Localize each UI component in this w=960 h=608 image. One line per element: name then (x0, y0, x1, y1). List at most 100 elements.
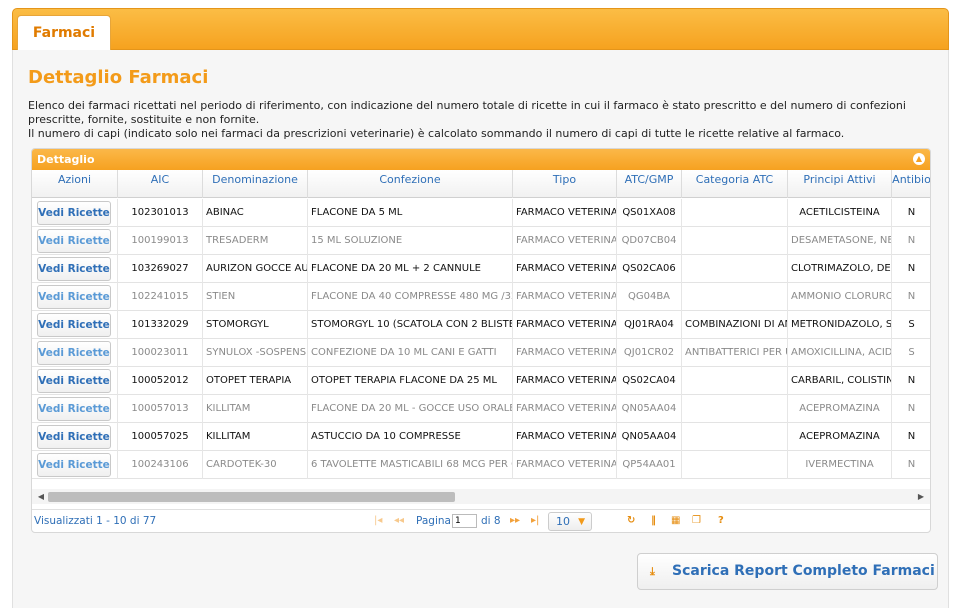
cell-denominazione: OTOPET TERAPIA (203, 367, 308, 395)
cell-categoria: ANTIBATTERICI PER USO SISTEMICO (682, 339, 788, 367)
column-header-atc[interactable]: ATC/GMP (617, 170, 682, 198)
page-size-select[interactable]: 10 ▼ (548, 512, 592, 531)
cell-atc: QP54AA01 (617, 451, 682, 479)
scroll-left-icon[interactable]: ◀ (34, 489, 48, 504)
cell-principi: CLOTRIMAZOLO, DESAMETASONE (788, 255, 892, 283)
cell-principi: ACETILCISTEINA (788, 199, 892, 227)
column-header-azione[interactable]: Azioni (32, 170, 118, 198)
table-row: Vedi Ricette 100243106 CARDOTEK-30 6 TAVOLE… (32, 451, 930, 479)
cell-azione: Vedi Ricette (32, 423, 118, 451)
vedi-ricette-button[interactable]: Vedi Ricette (37, 285, 111, 309)
cell-atc: QS02CA06 (617, 255, 682, 283)
cell-categoria (682, 255, 788, 283)
cell-aic: 102241015 (118, 283, 203, 311)
download-report-button[interactable]: ⤓ Scarica Report Completo Farmaci (637, 553, 938, 590)
cell-antibio: N (892, 199, 930, 227)
vedi-ricette-button[interactable]: Vedi Ricette (37, 229, 111, 253)
vedi-ricette-button[interactable]: Vedi Ricette (37, 201, 111, 225)
cell-tipo: FARMACO VETERINARIO (513, 227, 617, 255)
prev-page-icon[interactable]: ◂◂ (394, 515, 404, 526)
cell-azione: Vedi Ricette (32, 227, 118, 255)
cell-confezione: STOMORGYL 10 (SCATOLA CON 2 BLISTER DA 1… (308, 311, 513, 339)
records-info: Visualizzati 1 - 10 di 77 (34, 515, 157, 527)
cell-principi: IVERMECTINA (788, 451, 892, 479)
vedi-ricette-button[interactable]: Vedi Ricette (37, 257, 111, 281)
column-header-denominazione[interactable]: Denominazione (203, 170, 308, 198)
cell-antibio: N (892, 255, 930, 283)
cell-azione: Vedi Ricette (32, 311, 118, 339)
cell-categoria (682, 283, 788, 311)
first-page-icon[interactable]: |◂ (374, 515, 382, 526)
help-icon[interactable]: ? (718, 515, 724, 526)
cell-tipo: FARMACO VETERINARIO (513, 283, 617, 311)
cell-categoria (682, 367, 788, 395)
collapse-icon[interactable]: ▲ (913, 153, 925, 165)
cell-atc: QD07CB04 (617, 227, 682, 255)
cell-principi: CARBARIL, COLISTINA (788, 367, 892, 395)
scroll-thumb[interactable] (48, 492, 455, 502)
grid-caption-title: Dettaglio (37, 153, 95, 166)
vedi-ricette-button[interactable]: Vedi Ricette (37, 313, 111, 337)
column-header-tipo[interactable]: Tipo (513, 170, 617, 198)
window-icon[interactable]: ❐ (692, 515, 701, 526)
cell-aic: 100057013 (118, 395, 203, 423)
cell-tipo: FARMACO VETERINARIO (513, 255, 617, 283)
next-page-icon[interactable]: ▸▸ (510, 515, 520, 526)
chevron-down-icon: ▼ (578, 517, 585, 527)
cell-confezione: OTOPET TERAPIA FLACONE DA 25 ML (308, 367, 513, 395)
vedi-ricette-button[interactable]: Vedi Ricette (37, 425, 111, 449)
cell-aic: 100052012 (118, 367, 203, 395)
cell-principi: AMOXICILLINA, ACIDO CLAVULANICO (788, 339, 892, 367)
cell-tipo: FARMACO VETERINARIO (513, 339, 617, 367)
cell-confezione: FLACONE DA 20 ML + 2 CANNULE (308, 255, 513, 283)
cell-azione: Vedi Ricette (32, 367, 118, 395)
columns-icon[interactable]: ‖ (651, 515, 656, 526)
cell-principi: ACEPROMAZINA (788, 395, 892, 423)
cell-confezione: 6 TAVOLETTE MASTICABILI 68 MCG PER CANI (308, 451, 513, 479)
cell-denominazione: ABINAC (203, 199, 308, 227)
cell-categoria (682, 199, 788, 227)
cell-principi: METRONIDAZOLO, SPIRAMICINA (788, 311, 892, 339)
refresh-icon[interactable]: ↻ (627, 515, 635, 526)
grid-header: Azioni AIC Denominazione Confezione Tipo ATC/… (32, 170, 930, 198)
cell-categoria (682, 423, 788, 451)
table-row: Vedi Ricette 101332029 STOMORGYL STOMORGYL … (32, 311, 930, 339)
column-header-principi[interactable]: Principi Attivi (788, 170, 892, 198)
export-icon[interactable]: ▦ (671, 515, 680, 526)
last-page-icon[interactable]: ▸| (531, 515, 539, 526)
description-line-1: Elenco dei farmaci ricettati nel periodo… (28, 99, 906, 126)
page-title: Dettaglio Farmaci (28, 67, 209, 88)
page-input[interactable] (452, 514, 477, 528)
horizontal-scrollbar[interactable]: ◀ ▶ (32, 489, 930, 504)
column-header-aic[interactable]: AIC (118, 170, 203, 198)
table-row: Vedi Ricette 100199013 TRESADERM 15 ML SOLU… (32, 227, 930, 255)
column-header-confezione[interactable]: Confezione (308, 170, 513, 198)
cell-principi: ACEPROMAZINA (788, 423, 892, 451)
column-header-antibio[interactable]: Antibio (892, 170, 930, 198)
cell-azione: Vedi Ricette (32, 395, 118, 423)
vedi-ricette-button[interactable]: Vedi Ricette (37, 453, 111, 477)
cell-atc: QN05AA04 (617, 423, 682, 451)
cell-confezione: FLACONE DA 20 ML - GOCCE USO ORALE (308, 395, 513, 423)
table-row: Vedi Ricette 100023011SYNULOX -SOSPENSION… (32, 339, 930, 367)
cell-categoria: COMBINAZIONI DI ANTIBATTERICI (682, 311, 788, 339)
cell-antibio: S (892, 311, 930, 339)
vedi-ricette-button[interactable]: Vedi Ricette (37, 341, 111, 365)
cell-antibio: N (892, 451, 930, 479)
scroll-right-icon[interactable]: ▶ (914, 489, 928, 504)
cell-atc: QJ01RA04 (617, 311, 682, 339)
vedi-ricette-button[interactable]: Vedi Ricette (37, 369, 111, 393)
download-icon: ⤓ (650, 565, 655, 578)
cell-antibio: N (892, 395, 930, 423)
cell-tipo: FARMACO VETERINARIO (513, 367, 617, 395)
cell-azione: Vedi Ricette (32, 255, 118, 283)
cell-confezione: FLACONE DA 5 ML (308, 199, 513, 227)
cell-tipo: FARMACO VETERINARIO (513, 311, 617, 339)
column-header-categoria[interactable]: Categoria ATC (682, 170, 788, 198)
page-count: di 8 (481, 515, 501, 527)
page-label: Pagina (416, 515, 451, 527)
vedi-ricette-button[interactable]: Vedi Ricette (37, 397, 111, 421)
cell-aic: 100199013 (118, 227, 203, 255)
tab-farmaci[interactable]: Farmaci (17, 15, 111, 51)
grid-caption: Dettaglio ▲ (32, 149, 930, 170)
